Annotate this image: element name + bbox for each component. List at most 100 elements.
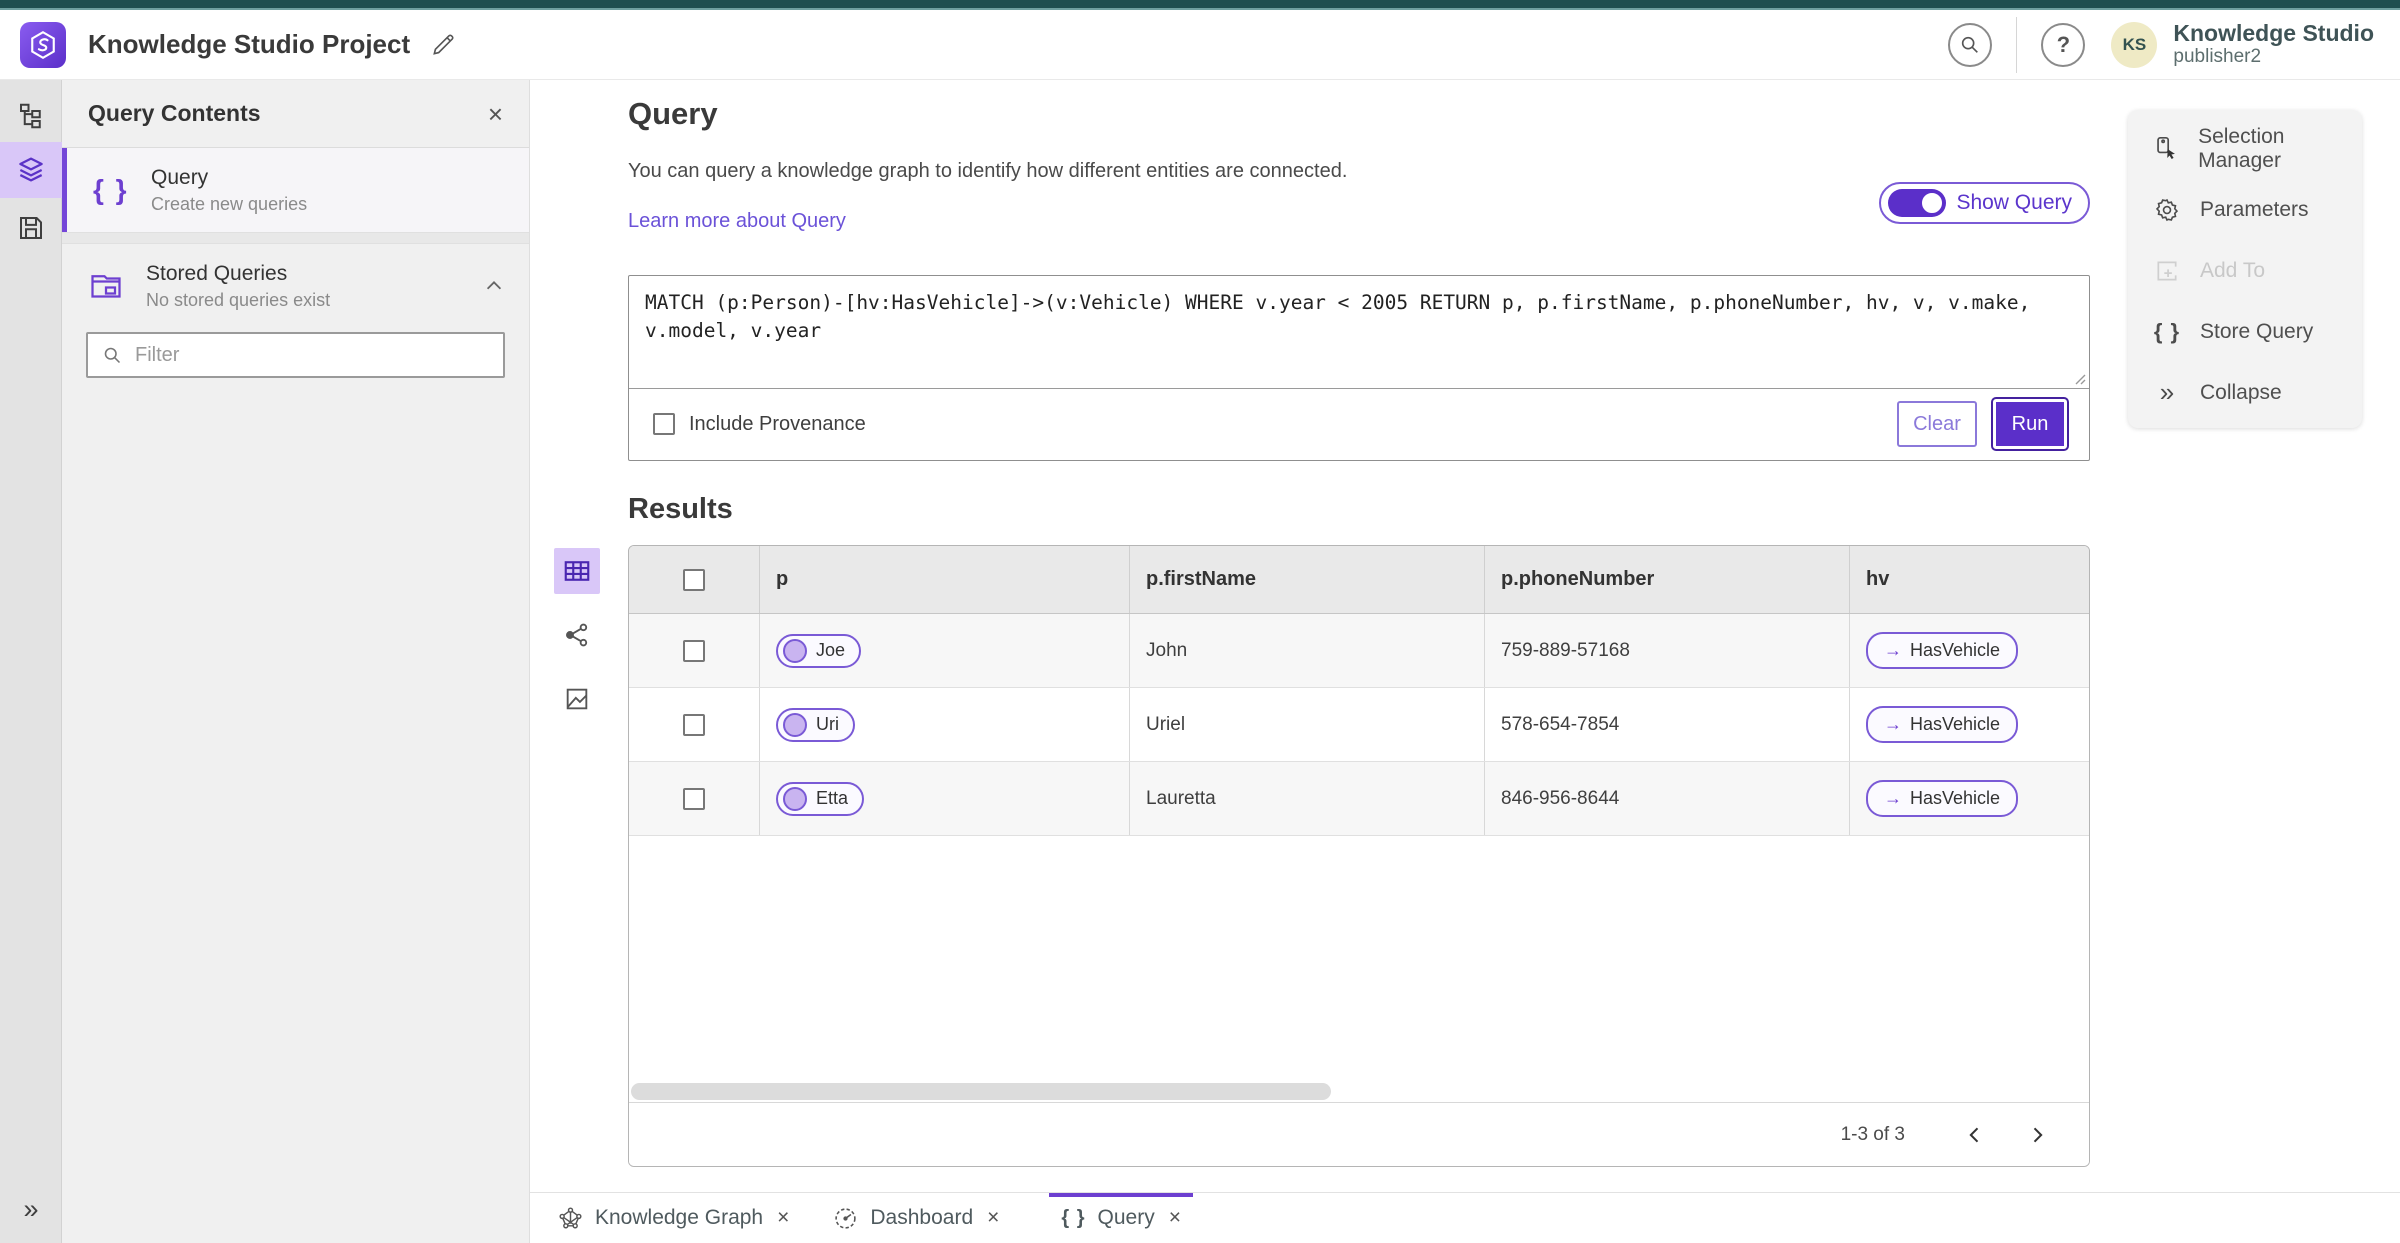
edge-pill[interactable]: → HasVehicle	[1866, 780, 2019, 817]
query-text-input[interactable]: MATCH (p:Person)-[hv:HasVehicle]->(v:Veh…	[629, 276, 2089, 389]
query-heading: Query	[628, 96, 718, 131]
avatar[interactable]: KS	[2111, 21, 2158, 68]
toggle-on[interactable]	[1888, 189, 1947, 217]
search-icon	[102, 345, 123, 366]
column-header-firstname[interactable]: p.firstName	[1129, 546, 1484, 613]
rail-item-save[interactable]	[0, 200, 62, 256]
collapse-panel-button[interactable]: » Collapse	[2128, 362, 2362, 423]
map-view-button[interactable]	[554, 676, 600, 722]
layers-icon	[15, 154, 47, 186]
clear-button[interactable]: Clear	[1897, 401, 1977, 447]
braces-icon: { }	[93, 174, 129, 205]
rail-item-queries[interactable]	[0, 142, 62, 198]
node-circle-icon	[783, 712, 807, 737]
query-contents-panel: Query Contents × { } Query Create new qu…	[62, 80, 530, 1243]
column-header-phonenumber[interactable]: p.phoneNumber	[1484, 546, 1849, 613]
show-query-toggle[interactable]: Show Query	[1879, 182, 2090, 224]
close-tab-button[interactable]: ×	[1169, 1206, 1181, 1230]
selection-manager-button[interactable]: Selection Manager	[2128, 118, 2362, 179]
parameters-button[interactable]: Parameters	[2128, 179, 2362, 240]
app-logo[interactable]	[20, 21, 66, 68]
tab-query[interactable]: { } Query ×	[1039, 1193, 1203, 1243]
knowledge-studio-app: Knowledge Studio Project ? KS Knowledge …	[0, 0, 2400, 1243]
user-name: publisher2	[2173, 45, 2262, 67]
hierarchy-icon	[16, 101, 46, 131]
node-circle-icon	[783, 638, 807, 663]
tab-dashboard[interactable]: Dashboard ×	[811, 1193, 1021, 1243]
toggle-knob	[1920, 191, 1945, 215]
table-footer: 1-3 of 3	[629, 1102, 2089, 1166]
edge-pill[interactable]: → HasVehicle	[1866, 632, 2019, 669]
table-row[interactable]: Uri Uriel 578-654-7854 → HasVehicle	[629, 688, 2089, 762]
previous-page-button[interactable]	[1953, 1113, 1997, 1157]
search-button[interactable]	[1948, 22, 1993, 67]
edit-project-name-button[interactable]	[430, 32, 456, 58]
query-actions-panel: Selection Manager Parameters Add To {} …	[2128, 110, 2362, 428]
edge-pill[interactable]: → HasVehicle	[1866, 706, 2019, 743]
close-tab-button[interactable]: ×	[987, 1206, 999, 1230]
row-checkbox[interactable]	[683, 713, 705, 736]
chevron-double-right-icon: »	[23, 1193, 39, 1224]
node-label: Joe	[816, 640, 846, 660]
header-divider	[2016, 16, 2018, 73]
node-pill[interactable]: Joe	[776, 633, 862, 668]
filter-input[interactable]	[135, 343, 489, 367]
query-editor-container: MATCH (p:Person)-[hv:HasVehicle]->(v:Veh…	[628, 275, 2090, 461]
close-icon: ×	[1168, 1206, 1181, 1229]
expand-rail-button[interactable]: »	[0, 1189, 62, 1229]
next-page-button[interactable]	[2015, 1113, 2059, 1157]
tab-label: Dashboard	[870, 1206, 974, 1229]
action-label: Parameters	[2200, 197, 2309, 221]
knowledge-graph-icon	[558, 1206, 583, 1231]
node-label: Uri	[816, 714, 839, 734]
resize-grip-icon[interactable]	[2072, 371, 2086, 385]
save-icon	[16, 213, 46, 243]
edge-label: HasVehicle	[1910, 788, 2001, 808]
table-row[interactable]: Etta Lauretta 846-956-8644 → HasVehicle	[629, 762, 2089, 836]
table-row[interactable]: Joe John 759-889-57168 → HasVehicle	[629, 614, 2089, 688]
results-view-switcher	[554, 548, 602, 740]
action-label: Selection Manager	[2198, 124, 2285, 172]
close-panel-button[interactable]: ×	[488, 101, 503, 127]
column-header-hv[interactable]: hv	[1849, 546, 2089, 613]
hexagon-logo-icon	[28, 30, 58, 60]
panel-header: Query Contents ×	[62, 80, 529, 148]
horizontal-scrollbar[interactable]	[631, 1083, 1331, 1100]
row-checkbox[interactable]	[683, 787, 705, 810]
table-view-button[interactable]	[554, 548, 600, 594]
select-all-checkbox[interactable]	[683, 568, 705, 591]
store-query-button[interactable]: { } Store Query	[2128, 301, 2362, 362]
selection-manager-icon	[2152, 135, 2180, 162]
node-pill[interactable]: Uri	[776, 707, 855, 742]
sidebar-item-query[interactable]: { } Query Create new queries	[62, 148, 529, 232]
column-header-p[interactable]: p	[759, 546, 1129, 613]
page-title: Knowledge Studio Project	[88, 29, 411, 59]
row-checkbox[interactable]	[683, 639, 705, 662]
show-query-label: Show Query	[1956, 191, 2072, 214]
map-icon	[563, 685, 591, 713]
learn-more-link[interactable]: Learn more about Query	[628, 210, 846, 233]
tab-label: Knowledge Graph	[595, 1206, 764, 1229]
node-pill[interactable]: Etta	[776, 781, 865, 816]
panel-title: Query Contents	[88, 100, 261, 126]
stored-queries-subtitle: No stored queries exist	[146, 289, 331, 310]
tab-knowledge-graph[interactable]: Knowledge Graph ×	[536, 1193, 811, 1243]
chevron-left-icon	[1965, 1125, 1985, 1145]
add-to-button: Add To	[2128, 240, 2362, 301]
braces-icon: { }	[1061, 1206, 1086, 1229]
document-tab-bar: Knowledge Graph × Dashboard × { } Query …	[530, 1192, 2400, 1243]
close-tab-button[interactable]: ×	[777, 1206, 789, 1230]
network-icon	[563, 621, 591, 649]
action-label: Add To	[2200, 258, 2265, 282]
rail-item-hierarchy[interactable]	[0, 88, 62, 144]
sidebar-item-stored-queries[interactable]: Stored Queries No stored queries exist	[62, 244, 529, 328]
include-provenance-checkbox[interactable]	[653, 413, 675, 435]
arrow-right-icon: →	[1884, 788, 1902, 808]
run-button[interactable]: Run	[1991, 397, 2069, 451]
collapse-section-button[interactable]	[483, 275, 505, 297]
help-button[interactable]: ?	[2041, 22, 2086, 67]
graph-view-button[interactable]	[554, 612, 600, 658]
close-icon: ×	[987, 1206, 1000, 1229]
folder-icon	[88, 268, 146, 304]
query-item-subtitle: Create new queries	[151, 193, 308, 214]
